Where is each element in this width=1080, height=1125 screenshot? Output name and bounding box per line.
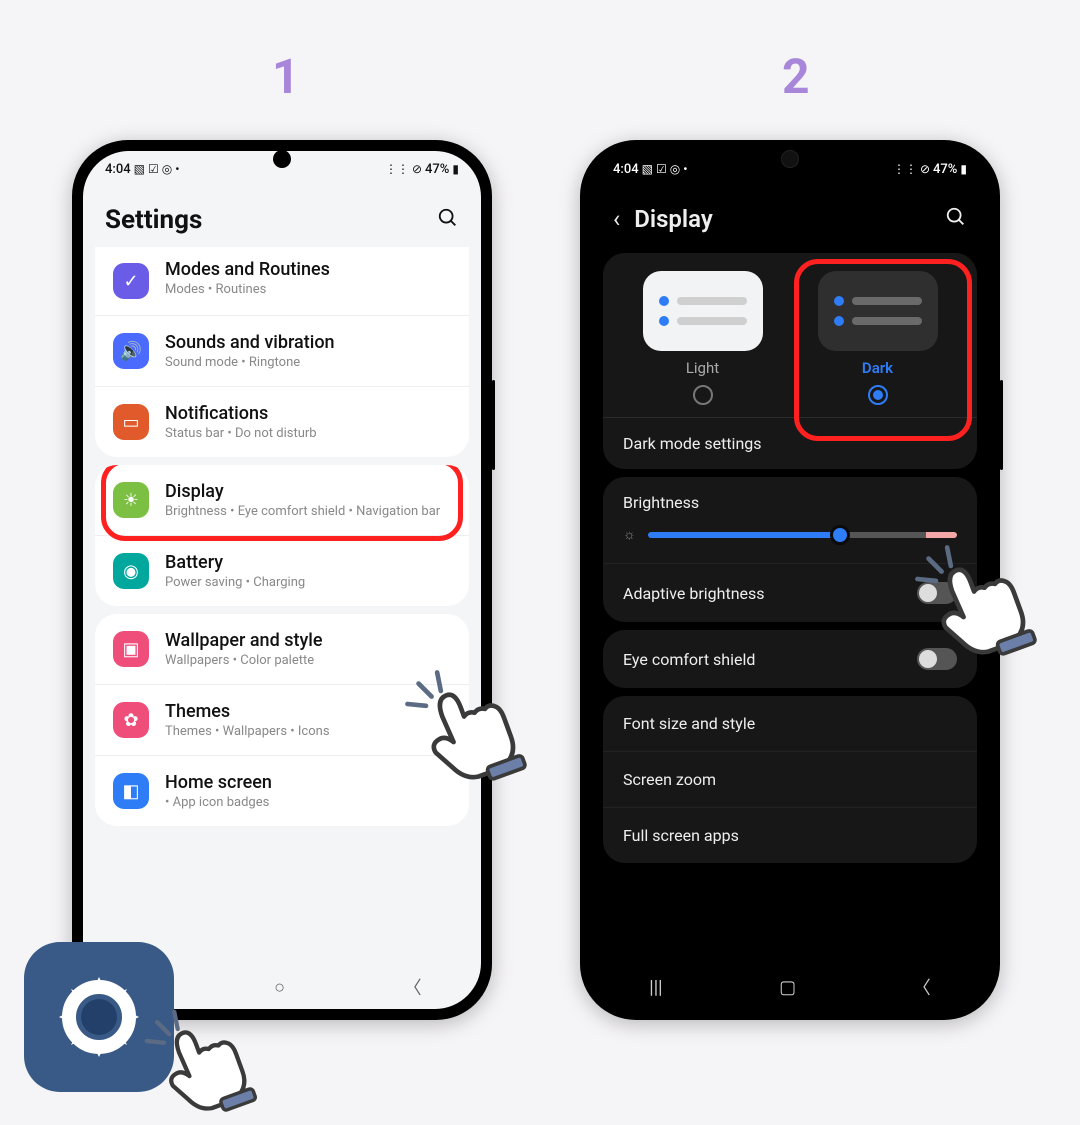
modes-icon: ✓ (113, 263, 149, 299)
phone-frame-1: 4:04 ▧ ☑ ◎ • ⋮⋮ ⊘ 47% ▮ Settings ✓ (72, 140, 492, 1020)
dark-label: Dark (862, 359, 893, 377)
nav-back-icon[interactable]: 〈 (404, 974, 422, 1000)
radio-dark[interactable] (868, 385, 888, 405)
no-data-icon: ⊘ (412, 162, 422, 176)
no-data-icon: ⊘ (920, 162, 930, 176)
light-preview (643, 271, 763, 351)
target-icon: ◎ (670, 162, 680, 176)
row-subtitle: Power saving • Charging (165, 575, 451, 590)
camera-notch (781, 150, 799, 168)
sun-icon: ☼ (623, 526, 636, 543)
sound-icon: 🔊 (113, 333, 149, 369)
status-battery: 47% (425, 162, 449, 177)
nav-recent-icon[interactable]: ||| (649, 977, 662, 998)
row-screen-zoom[interactable]: Screen zoom (603, 751, 977, 807)
dot-icon: • (683, 162, 687, 176)
camera-notch (273, 150, 291, 168)
step-number-2: 2 (782, 48, 810, 105)
zoom-label: Screen zoom (623, 770, 716, 789)
status-time: 4:04 (613, 162, 639, 177)
status-battery: 47% (933, 162, 957, 177)
dark-preview (818, 271, 938, 351)
tap-pointer-icon (140, 1005, 260, 1125)
font-label: Font size and style (623, 714, 755, 733)
check-icon: ☑ (148, 162, 159, 176)
page-title: Settings (105, 205, 423, 235)
row-font-size[interactable]: Font size and style (603, 696, 977, 751)
row-notifications[interactable]: ▭ Notifications Status bar • Do not dist… (95, 386, 469, 457)
row-title: Battery (165, 552, 451, 573)
page-title: Display (634, 205, 931, 233)
image-icon: ▧ (642, 162, 653, 176)
row-title: Sounds and vibration (165, 332, 451, 353)
wifi-icon: ⋮⋮ (385, 162, 409, 176)
home-screen-icon: ◧ (113, 773, 149, 809)
dot-icon: • (175, 162, 179, 176)
target-icon: ◎ (162, 162, 172, 176)
row-title: Display (165, 481, 451, 502)
settings-group-2: ☀ Display Brightness • Eye comfort shiel… (95, 465, 469, 606)
row-dark-mode-settings[interactable]: Dark mode settings (603, 417, 977, 469)
back-icon[interactable]: ‹ (613, 205, 620, 233)
search-icon[interactable] (437, 207, 459, 234)
row-title: Wallpaper and style (165, 630, 451, 651)
image-icon: ▧ (134, 162, 145, 176)
status-time: 4:04 (105, 162, 131, 177)
light-label: Light (686, 359, 719, 377)
row-subtitle: • App icon badges (165, 795, 451, 810)
battery-row-icon: ◉ (113, 553, 149, 589)
more-card: Font size and style Screen zoom Full scr… (603, 696, 977, 863)
nav-bar: ||| ▢ 〈 (591, 965, 989, 1009)
check-icon: ☑ (656, 162, 667, 176)
theme-card: Light Dark Dark mode settings (603, 253, 977, 469)
nav-home-icon[interactable]: ▢ (779, 977, 796, 998)
notifications-icon: ▭ (113, 404, 149, 440)
wallpaper-icon: ▣ (113, 631, 149, 667)
radio-light[interactable] (693, 385, 713, 405)
adaptive-label: Adaptive brightness (623, 584, 765, 603)
nav-back-icon[interactable]: 〈 (913, 974, 931, 1000)
row-subtitle: Modes • Routines (165, 282, 451, 297)
settings-header: Settings (83, 187, 481, 247)
row-modes-routines[interactable]: ✓ Modes and Routines Modes • Routines (95, 247, 469, 315)
row-full-screen-apps[interactable]: Full screen apps (603, 807, 977, 863)
tap-pointer-icon (910, 540, 1040, 670)
row-subtitle: Sound mode • Ringtone (165, 355, 451, 370)
theme-option-dark[interactable]: Dark (818, 271, 938, 405)
step-number-1: 1 (272, 48, 300, 105)
row-subtitle: Status bar • Do not disturb (165, 426, 451, 441)
battery-icon: ▮ (452, 162, 459, 176)
slider-thumb[interactable] (830, 525, 850, 545)
full-label: Full screen apps (623, 826, 739, 845)
settings-group-1: ✓ Modes and Routines Modes • Routines 🔊 … (95, 247, 469, 457)
nav-home-icon[interactable]: ○ (274, 977, 285, 998)
screen-settings: 4:04 ▧ ☑ ◎ • ⋮⋮ ⊘ 47% ▮ Settings ✓ (83, 151, 481, 1009)
row-sounds-vibration[interactable]: 🔊 Sounds and vibration Sound mode • Ring… (95, 315, 469, 386)
brightness-label: Brightness (623, 493, 957, 512)
battery-icon: ▮ (960, 162, 967, 176)
row-title: Modes and Routines (165, 259, 451, 280)
search-icon[interactable] (945, 206, 967, 233)
themes-icon: ✿ (113, 702, 149, 738)
display-header: ‹ Display (591, 187, 989, 245)
row-title: Notifications (165, 403, 451, 424)
theme-option-light[interactable]: Light (643, 271, 763, 405)
brightness-slider[interactable]: ☼ (623, 526, 957, 543)
eye-label: Eye comfort shield (623, 650, 755, 669)
row-subtitle: Brightness • Eye comfort shield • Naviga… (165, 504, 451, 519)
display-icon: ☀ (113, 482, 149, 518)
row-display[interactable]: ☀ Display Brightness • Eye comfort shiel… (95, 465, 469, 535)
row-battery[interactable]: ◉ Battery Power saving • Charging (95, 535, 469, 606)
gear-icon (49, 967, 149, 1067)
tap-pointer-icon (400, 665, 530, 795)
wifi-icon: ⋮⋮ (893, 162, 917, 176)
